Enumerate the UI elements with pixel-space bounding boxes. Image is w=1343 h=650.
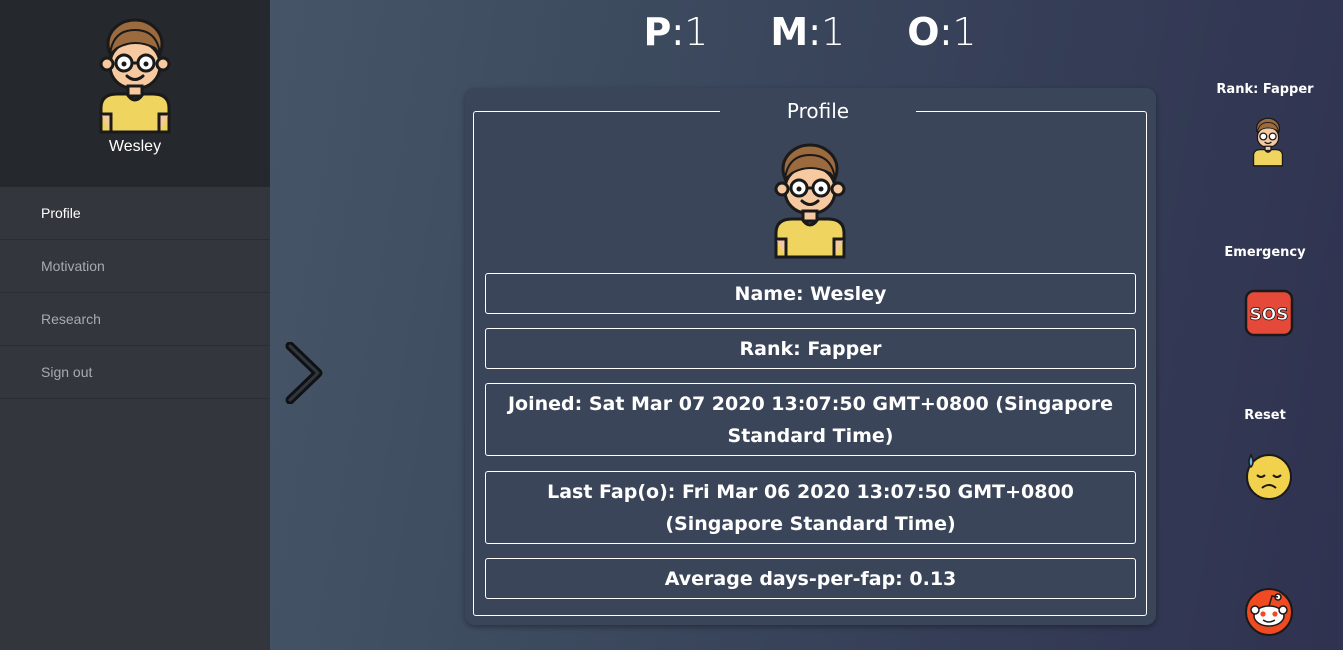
profile-average: Average days-per-fap: 0.13 <box>485 558 1136 599</box>
avatar-icon <box>774 143 846 259</box>
rank-label: Rank: Fapper <box>1216 82 1314 97</box>
sidebar-item-profile[interactable]: Profile <box>0 187 270 240</box>
profile-title: Profile <box>786 99 850 123</box>
sidebar: Wesley Profile Motivation Research Sign … <box>0 0 270 650</box>
emergency-label: Emergency <box>1224 245 1306 260</box>
pmo-counters: P:1 M:1 O:1 <box>600 10 1020 54</box>
sidebar-username: Wesley <box>108 138 162 155</box>
svg-text:SOS: SOS <box>1250 305 1289 325</box>
counter-p: P:1 <box>643 10 709 54</box>
profile-name: Name: Wesley <box>485 273 1136 314</box>
profile-fieldset: Profile Name: Wesley Rank: Fapper Joined… <box>473 96 1147 616</box>
counter-m: M:1 <box>770 10 846 54</box>
reddit-icon[interactable] <box>1244 587 1294 637</box>
rank-avatar-icon <box>1252 117 1284 167</box>
avatar-icon <box>99 18 171 134</box>
profile-legend: Profile <box>720 96 916 126</box>
reset-label: Reset <box>1244 408 1286 423</box>
sidebar-item-motivation[interactable]: Motivation <box>0 240 270 293</box>
sos-icon[interactable]: SOS <box>1244 289 1294 337</box>
profile-card: Profile Name: Wesley Rank: Fapper Joined… <box>465 88 1156 625</box>
profile-joined: Joined: Sat Mar 07 2020 13:07:50 GMT+080… <box>485 383 1136 456</box>
profile-last-fap: Last Fap(o): Fri Mar 06 2020 13:07:50 GM… <box>485 471 1136 544</box>
profile-rank: Rank: Fapper <box>485 328 1136 369</box>
counter-o: O:1 <box>907 10 977 54</box>
sad-sweat-emoji-icon[interactable] <box>1243 451 1295 501</box>
sidebar-item-research[interactable]: Research <box>0 293 270 346</box>
chevron-right-icon[interactable] <box>284 342 324 404</box>
sidebar-item-sign-out[interactable]: Sign out <box>0 346 270 399</box>
sidebar-header: Wesley <box>0 0 270 187</box>
